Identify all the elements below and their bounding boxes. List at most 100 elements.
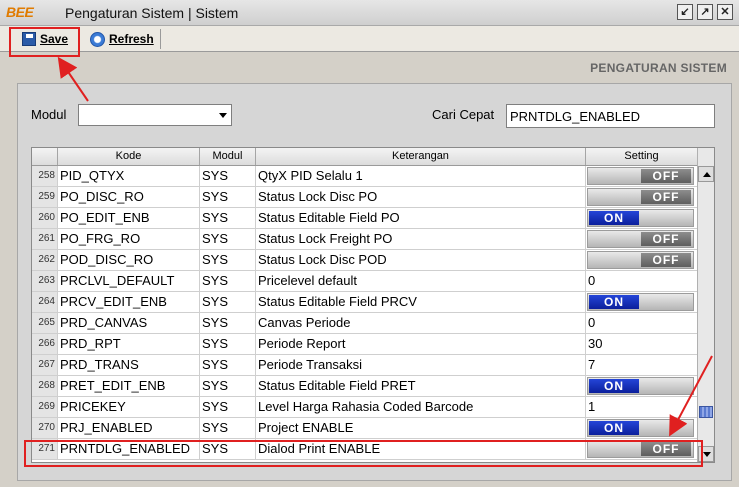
column-header-keterangan[interactable]: Keterangan <box>256 148 586 165</box>
cell-setting[interactable]: OFF <box>586 166 698 186</box>
cell-kode: PRD_TRANS <box>58 355 200 375</box>
close-icon[interactable]: ✕ <box>717 4 733 20</box>
row-number: 258 <box>32 166 58 186</box>
cell-modul: SYS <box>200 418 256 438</box>
toggle-knob: ON <box>589 295 639 309</box>
cell-kode: PRCLVL_DEFAULT <box>58 271 200 291</box>
table-row[interactable]: 268 PRET_EDIT_ENB SYS Status Editable Field… <box>32 376 698 397</box>
scroll-up-icon[interactable] <box>698 166 714 182</box>
cell-kode: POD_DISC_RO <box>58 250 200 270</box>
cell-setting[interactable]: 1 <box>586 397 698 417</box>
highlight-row-box <box>24 440 703 467</box>
cell-setting[interactable]: 0 <box>586 313 698 333</box>
cell-modul: SYS <box>200 229 256 249</box>
setting-toggle[interactable]: ON <box>587 209 694 227</box>
grid-header: Kode Modul Keterangan Setting <box>32 148 698 166</box>
cell-keterangan: Project ENABLE <box>256 418 586 438</box>
row-number: 266 <box>32 334 58 354</box>
setting-toggle[interactable]: OFF <box>587 251 694 269</box>
toggle-knob: ON <box>589 211 639 225</box>
cell-kode: PO_DISC_RO <box>58 187 200 207</box>
maximize-icon[interactable]: ↗ <box>697 4 713 20</box>
cari-cepat-input[interactable] <box>506 104 715 128</box>
setting-toggle[interactable]: ON <box>587 377 694 395</box>
cell-modul: SYS <box>200 271 256 291</box>
cell-setting[interactable]: ON <box>586 376 698 396</box>
cell-keterangan: Canvas Periode <box>256 313 586 333</box>
title-bar: BEE Pengaturan Sistem | Sistem ↙ ↗ ✕ <box>0 0 739 26</box>
cell-modul: SYS <box>200 397 256 417</box>
chevron-down-icon[interactable] <box>219 113 227 118</box>
column-header-setting[interactable]: Setting <box>586 148 698 165</box>
cell-setting[interactable]: ON <box>586 292 698 312</box>
row-number: 259 <box>32 187 58 207</box>
setting-toggle[interactable]: ON <box>587 419 694 437</box>
window-title: Pengaturan Sistem | Sistem <box>65 5 239 21</box>
table-row[interactable]: 262 POD_DISC_RO SYS Status Lock Disc POD OFF <box>32 250 698 271</box>
table-row[interactable]: 261 PO_FRG_RO SYS Status Lock Freight PO OFF <box>32 229 698 250</box>
cell-kode: PRJ_ENABLED <box>58 418 200 438</box>
cell-keterangan: Periode Transaksi <box>256 355 586 375</box>
cell-setting[interactable]: OFF <box>586 229 698 249</box>
cell-keterangan: Status Lock Disc PO <box>256 187 586 207</box>
cell-kode: PO_EDIT_ENB <box>58 208 200 228</box>
table-row[interactable]: 258 PID_QTYX SYS QtyX PID Selalu 1 OFF <box>32 166 698 187</box>
cell-setting[interactable]: 0 <box>586 271 698 291</box>
setting-toggle[interactable]: OFF <box>587 167 694 185</box>
table-row[interactable]: 265 PRD_CANVAS SYS Canvas Periode 0 <box>32 313 698 334</box>
refresh-button[interactable]: Refresh <box>86 29 161 49</box>
toggle-knob: OFF <box>641 169 691 183</box>
row-number: 262 <box>32 250 58 270</box>
cell-setting[interactable]: 30 <box>586 334 698 354</box>
cell-keterangan: Pricelevel default <box>256 271 586 291</box>
row-number: 264 <box>32 292 58 312</box>
cell-keterangan: Status Editable Field PO <box>256 208 586 228</box>
cell-keterangan: Status Lock Freight PO <box>256 229 586 249</box>
cell-kode: PO_FRG_RO <box>58 229 200 249</box>
setting-toggle[interactable]: OFF <box>587 188 694 206</box>
cell-kode: PRD_RPT <box>58 334 200 354</box>
row-number: 267 <box>32 355 58 375</box>
scroll-thumb[interactable] <box>699 406 713 418</box>
table-row[interactable]: 269 PRICEKEY SYS Level Harga Rahasia Coded … <box>32 397 698 418</box>
cell-modul: SYS <box>200 313 256 333</box>
row-number: 261 <box>32 229 58 249</box>
restore-icon[interactable]: ↙ <box>677 4 693 20</box>
refresh-icon <box>90 31 105 47</box>
row-number: 265 <box>32 313 58 333</box>
cell-setting[interactable]: ON <box>586 208 698 228</box>
row-number: 263 <box>32 271 58 291</box>
column-header-kode[interactable]: Kode <box>58 148 200 165</box>
toolbar: Save Refresh <box>0 26 739 52</box>
cell-modul: SYS <box>200 208 256 228</box>
modul-dropdown[interactable] <box>78 104 232 126</box>
table-row[interactable]: 266 PRD_RPT SYS Periode Report 30 <box>32 334 698 355</box>
cell-setting[interactable]: ON <box>586 418 698 438</box>
setting-toggle[interactable]: OFF <box>587 230 694 248</box>
table-row[interactable]: 264 PRCV_EDIT_ENB SYS Status Editable Field… <box>32 292 698 313</box>
cell-kode: PRICEKEY <box>58 397 200 417</box>
row-number: 260 <box>32 208 58 228</box>
table-row[interactable]: 267 PRD_TRANS SYS Periode Transaksi 7 <box>32 355 698 376</box>
table-row[interactable]: 260 PO_EDIT_ENB SYS Status Editable Field P… <box>32 208 698 229</box>
table-row[interactable]: 270 PRJ_ENABLED SYS Project ENABLE ON <box>32 418 698 439</box>
cell-modul: SYS <box>200 334 256 354</box>
cell-setting[interactable]: OFF <box>586 187 698 207</box>
settings-grid: Kode Modul Keterangan Setting 258 PID_QTY… <box>31 147 715 463</box>
cell-keterangan: Status Editable Field PRET <box>256 376 586 396</box>
cari-cepat-label: Cari Cepat <box>432 107 495 122</box>
setting-toggle[interactable]: ON <box>587 293 694 311</box>
toggle-knob: OFF <box>641 190 691 204</box>
highlight-save-box <box>9 27 80 57</box>
cell-modul: SYS <box>200 187 256 207</box>
cell-setting[interactable]: 7 <box>586 355 698 375</box>
cell-setting[interactable]: OFF <box>586 250 698 270</box>
table-row[interactable]: 263 PRCLVL_DEFAULT SYS Pricelevel default 0 <box>32 271 698 292</box>
table-row[interactable]: 259 PO_DISC_RO SYS Status Lock Disc PO OFF <box>32 187 698 208</box>
column-header-modul[interactable]: Modul <box>200 148 256 165</box>
vertical-scrollbar[interactable] <box>697 148 714 462</box>
cell-kode: PID_QTYX <box>58 166 200 186</box>
cell-modul: SYS <box>200 250 256 270</box>
toggle-knob: ON <box>589 379 639 393</box>
modul-label: Modul <box>31 107 67 122</box>
